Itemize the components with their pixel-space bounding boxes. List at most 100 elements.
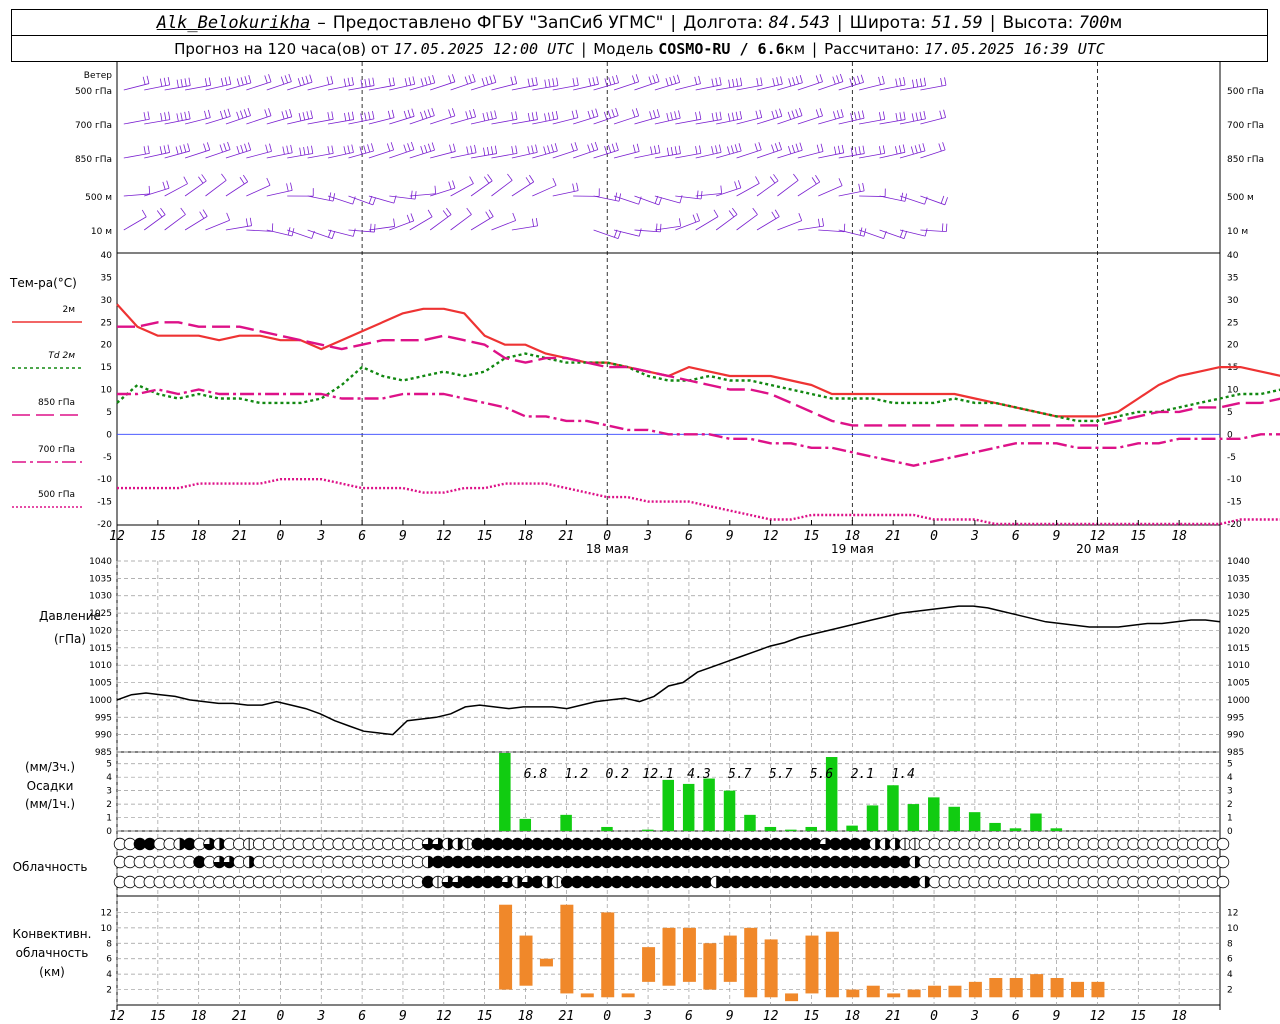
conv-cloud-bar xyxy=(1009,978,1023,998)
wind-barb-flag xyxy=(882,111,886,120)
wind-barb-flag xyxy=(301,76,305,85)
wind-barb-flag xyxy=(175,146,179,155)
wind-barb-flag xyxy=(820,143,824,152)
wind-barb xyxy=(287,74,313,91)
wind-barb-flag xyxy=(242,174,249,182)
wind-barb-flag xyxy=(895,112,898,121)
temp-ytick-left: 30 xyxy=(101,296,113,306)
wind-barb-flag xyxy=(811,177,817,185)
precip-total-label: 5.7 xyxy=(769,767,793,782)
wind-barb-flag xyxy=(945,223,948,232)
wind-barb xyxy=(593,107,619,125)
wind-barb-shaft xyxy=(613,229,640,237)
wind-level-label-right: 500 гПа xyxy=(1227,87,1264,97)
wind-barb xyxy=(634,223,662,233)
wind-barb xyxy=(205,173,227,197)
wind-barb-flag xyxy=(307,146,310,155)
wind-barb xyxy=(573,188,600,197)
wind-barb xyxy=(797,143,824,159)
wind-barb-flag xyxy=(612,76,616,85)
wind-barb-flag xyxy=(305,75,309,84)
wind-barb-shaft xyxy=(287,117,313,125)
wind-barb-flag xyxy=(780,76,783,85)
time-tick-bottom: 9 xyxy=(399,1009,407,1024)
wind-barb-flag xyxy=(470,145,473,154)
wind-barb-flag xyxy=(575,109,579,118)
wind-barb-flag xyxy=(816,144,820,153)
wind-barb-flag xyxy=(148,185,151,194)
precip-total-label: 12.1 xyxy=(642,767,673,782)
wind-barb-flag xyxy=(858,111,861,120)
wind-barb-flag xyxy=(286,145,289,154)
wind-barb-flag xyxy=(464,76,469,85)
wind-barb-flag xyxy=(448,109,452,118)
wind-barb-flag xyxy=(226,212,231,221)
wind-barb-flag xyxy=(188,111,191,120)
conv-cloud-bar xyxy=(846,989,860,998)
wind-barb-flag xyxy=(882,145,886,154)
wind-barb-flag xyxy=(711,112,714,122)
wind-barb xyxy=(675,190,703,200)
wind-barb-flag xyxy=(420,78,424,87)
wind-barb-flag xyxy=(163,145,167,154)
wind-barb-flag xyxy=(487,146,490,155)
precip-ytick-left: 3 xyxy=(106,787,112,797)
wind-barb xyxy=(368,218,396,231)
wind-barb-flag xyxy=(719,111,722,120)
wind-barb-flag xyxy=(269,143,272,152)
wind-barb-flag xyxy=(527,78,530,87)
conv-cloud-bar xyxy=(825,931,839,998)
wind-barb-flag xyxy=(632,144,636,153)
wind-barb xyxy=(307,75,334,91)
wind-barb-flag xyxy=(551,111,555,120)
wind-barb xyxy=(899,228,928,237)
wind-barb xyxy=(532,177,557,197)
time-tick-bottom: 6 xyxy=(685,1009,693,1024)
wind-barb-flag xyxy=(208,77,212,86)
time-tick-top: 18 xyxy=(191,529,207,544)
wind-barb-flag xyxy=(857,75,861,84)
wind-barb-flag xyxy=(302,112,306,121)
pressure-ytick-right: 1005 xyxy=(1227,679,1250,689)
wind-barb-flag xyxy=(576,182,579,191)
wind-barb-flag xyxy=(403,110,407,119)
wind-barb-flag xyxy=(512,212,517,221)
wind-barb-shaft xyxy=(205,83,231,91)
precip-ytick-right: 2 xyxy=(1227,800,1233,810)
wind-barb-shaft xyxy=(573,83,599,91)
precip-axis-title: (мм/3ч.) xyxy=(25,760,75,774)
wind-barb-flag xyxy=(188,77,191,86)
wind-barb-flag xyxy=(774,143,779,152)
wind-barb-flag xyxy=(554,143,558,152)
wind-barb xyxy=(409,142,435,159)
time-tick-bottom: 15 xyxy=(150,1009,166,1024)
wind-barb-flag xyxy=(494,145,498,154)
conv-ytick-left: 10 xyxy=(101,924,113,934)
wind-barb-flag xyxy=(424,77,428,86)
wind-barb-flag xyxy=(240,77,244,86)
wind-barb-flag xyxy=(393,218,396,227)
wind-barb-flag xyxy=(791,110,795,119)
conv-axis-label: облачность xyxy=(16,946,89,960)
cloud-circle xyxy=(1216,837,1230,851)
precip-ytick-right: 5 xyxy=(1227,760,1233,770)
wind-barb-flag xyxy=(167,144,171,153)
wind-level-label-right: 700 гПа xyxy=(1227,121,1264,131)
precip-total-label: 0.2 xyxy=(605,767,629,782)
wind-barb-shaft xyxy=(429,214,452,231)
wind-barb-shaft xyxy=(246,151,272,159)
wind-barb-flag xyxy=(657,144,661,153)
wind-barb-flag xyxy=(838,178,843,186)
wind-barb-flag xyxy=(515,145,518,154)
wind-barb-shaft xyxy=(879,229,905,239)
wind-barb-flag xyxy=(423,110,428,119)
wind-barb-flag xyxy=(183,176,188,184)
wind-barb-flag xyxy=(387,110,391,119)
conv-ytick-right: 12 xyxy=(1227,908,1238,918)
time-tick-top: 0 xyxy=(930,529,938,544)
wind-barb-shaft xyxy=(654,195,681,204)
wind-barb-flag xyxy=(755,176,760,184)
wind-barb-flag xyxy=(468,75,472,84)
conv-cloud-bar xyxy=(1091,981,1105,998)
wind-barb-flag xyxy=(525,177,531,185)
